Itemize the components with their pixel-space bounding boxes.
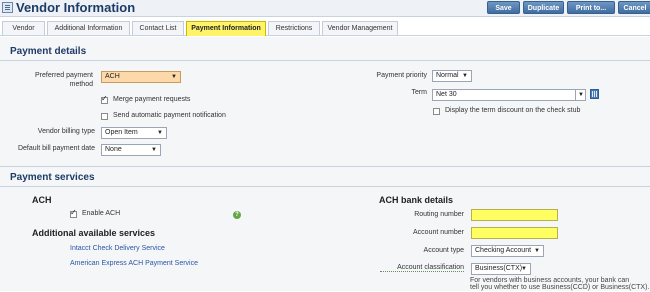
merge-payment-label: Merge payment requests [113, 96, 191, 103]
section-divider [0, 166, 650, 167]
routing-number-label: Routing number [414, 211, 464, 218]
preferred-method-select[interactable]: ACH ▼ [101, 71, 181, 83]
term-select[interactable]: Net 30 ▼ [432, 89, 586, 101]
tab-payment-information[interactable]: Payment Information [186, 21, 266, 36]
chevron-down-icon: ▼ [157, 130, 163, 136]
billing-type-label: Vendor billing type [37, 128, 95, 135]
priority-select[interactable]: Normal ▼ [432, 70, 472, 82]
default-bill-date-select[interactable]: None ▼ [101, 144, 161, 156]
enable-ach-checkbox[interactable] [70, 208, 77, 218]
account-classification-label: Account classification [380, 264, 464, 272]
enable-ach-label: Enable ACH [82, 210, 121, 217]
chevron-down-icon: ▼ [151, 147, 157, 153]
account-number-label: Account number [413, 229, 464, 236]
tab-vendor-management[interactable]: Vendor Management [322, 21, 398, 35]
cancel-button[interactable]: Cancel [618, 1, 650, 14]
routing-number-input[interactable] [471, 209, 558, 221]
send-notification-checkbox[interactable] [101, 113, 108, 120]
ach-heading: ACH [32, 195, 52, 205]
term-label: Term [411, 89, 427, 96]
preferred-method-label-line2: method [69, 81, 93, 88]
account-classification-value: Business(CTX) [475, 265, 523, 272]
help-icon[interactable]: ? [233, 211, 241, 219]
default-bill-date-label: Default bill payment date [17, 145, 95, 152]
print-to-button[interactable]: Print to... [567, 1, 615, 14]
account-number-input[interactable] [471, 227, 558, 239]
additional-services-heading: Additional available services [32, 228, 156, 238]
chevron-down-icon: ▼ [462, 73, 468, 79]
chevron-down-icon: ▼ [534, 248, 540, 254]
tab-additional-information[interactable]: Additional Information [47, 21, 130, 35]
chevron-down-icon: ▼ [521, 266, 527, 272]
intacct-check-delivery-link[interactable]: Intacct Check Delivery Service [70, 245, 165, 252]
term-value: Net 30 [436, 91, 457, 98]
vendor-record-icon [2, 2, 13, 13]
payment-details-heading: Payment details [10, 46, 87, 57]
account-type-value: Checking Account [475, 247, 532, 254]
section-divider [0, 60, 650, 61]
merge-payment-checkbox[interactable] [101, 94, 108, 104]
chevron-down-icon: ▼ [575, 90, 584, 100]
billing-type-value: Open Item [105, 129, 138, 136]
term-discount-checkbox[interactable] [433, 108, 440, 115]
account-classification-select[interactable]: Business(CTX) ▼ [471, 263, 531, 275]
amex-ach-payment-link[interactable]: American Express ACH Payment Service [70, 260, 198, 267]
tab-vendor[interactable]: Vendor [2, 21, 45, 35]
billing-type-select[interactable]: Open Item ▼ [101, 127, 167, 139]
ach-bank-details-heading: ACH bank details [379, 195, 454, 205]
content-area [0, 37, 650, 291]
payment-services-heading: Payment services [10, 172, 95, 183]
preferred-method-value: ACH [105, 73, 120, 80]
term-discount-label: Display the term discount on the check s… [445, 107, 581, 114]
account-type-select[interactable]: Checking Account ▼ [471, 245, 544, 257]
save-button[interactable]: Save [487, 1, 520, 14]
section-divider [0, 186, 650, 187]
send-notification-label: Send automatic payment notification [113, 112, 226, 119]
chevron-down-icon: ▼ [171, 74, 177, 80]
tab-contact-list[interactable]: Contact List [132, 21, 184, 35]
default-bill-date-value: None [105, 146, 122, 153]
duplicate-button[interactable]: Duplicate [523, 1, 564, 14]
preferred-method-label: Preferred payment [35, 72, 93, 79]
page-title: Vendor Information [16, 0, 136, 15]
term-lookup-icon[interactable] [590, 89, 599, 99]
priority-value: Normal [436, 72, 459, 79]
account-type-label: Account type [423, 247, 464, 254]
tab-restrictions[interactable]: Restrictions [268, 21, 320, 35]
priority-label: Payment priority [376, 72, 427, 79]
